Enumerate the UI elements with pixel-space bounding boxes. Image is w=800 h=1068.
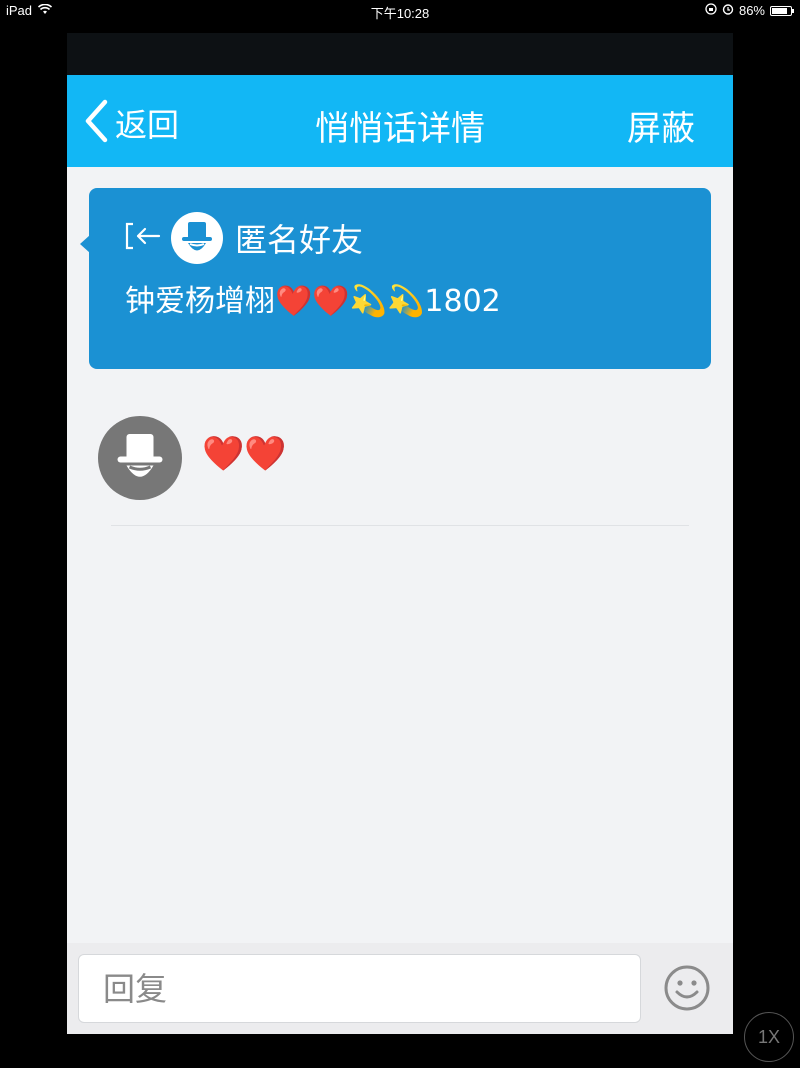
battery-icon	[770, 5, 794, 16]
status-time: 下午10:28	[370, 6, 430, 21]
sender-name: 匿名好友	[235, 221, 364, 259]
app-window: 返回 悄悄话详情 屏蔽 匿名好友 钟爱杨增栩❤️❤️💫💫1802 ❤️❤️ 回复	[67, 33, 733, 1034]
reply-input[interactable]: 回复	[78, 954, 641, 1023]
nav-bar: 返回 悄悄话详情 屏蔽	[67, 75, 733, 167]
alarm-icon	[722, 3, 734, 18]
emoji-icon[interactable]	[663, 964, 711, 1012]
battery-fill	[772, 7, 788, 14]
top-strip	[67, 33, 733, 75]
exit-icon	[123, 216, 163, 260]
anonymous-avatar-icon	[98, 416, 182, 500]
input-bar: 回复	[67, 943, 733, 1034]
battery-percent: 86%	[738, 3, 765, 18]
rotation-lock-icon	[705, 3, 717, 18]
card-header: 匿名好友	[123, 212, 363, 264]
zoom-1x-button[interactable]: 1X	[744, 1012, 794, 1062]
block-button[interactable]: 屏蔽	[627, 101, 695, 150]
message-text: 钟爱杨增栩❤️❤️💫💫1802	[125, 284, 501, 319]
card-tail	[80, 235, 90, 253]
message-card: 匿名好友 钟爱杨增栩❤️❤️💫💫1802	[80, 188, 711, 369]
status-bar: iPad 下午10:28 86%	[0, 0, 800, 22]
reply-text: ❤️❤️	[202, 434, 287, 474]
anonymous-avatar-icon	[171, 212, 223, 264]
divider	[111, 525, 689, 526]
status-right: 86%	[705, 3, 794, 18]
reply-item[interactable]: ❤️❤️	[98, 416, 287, 500]
